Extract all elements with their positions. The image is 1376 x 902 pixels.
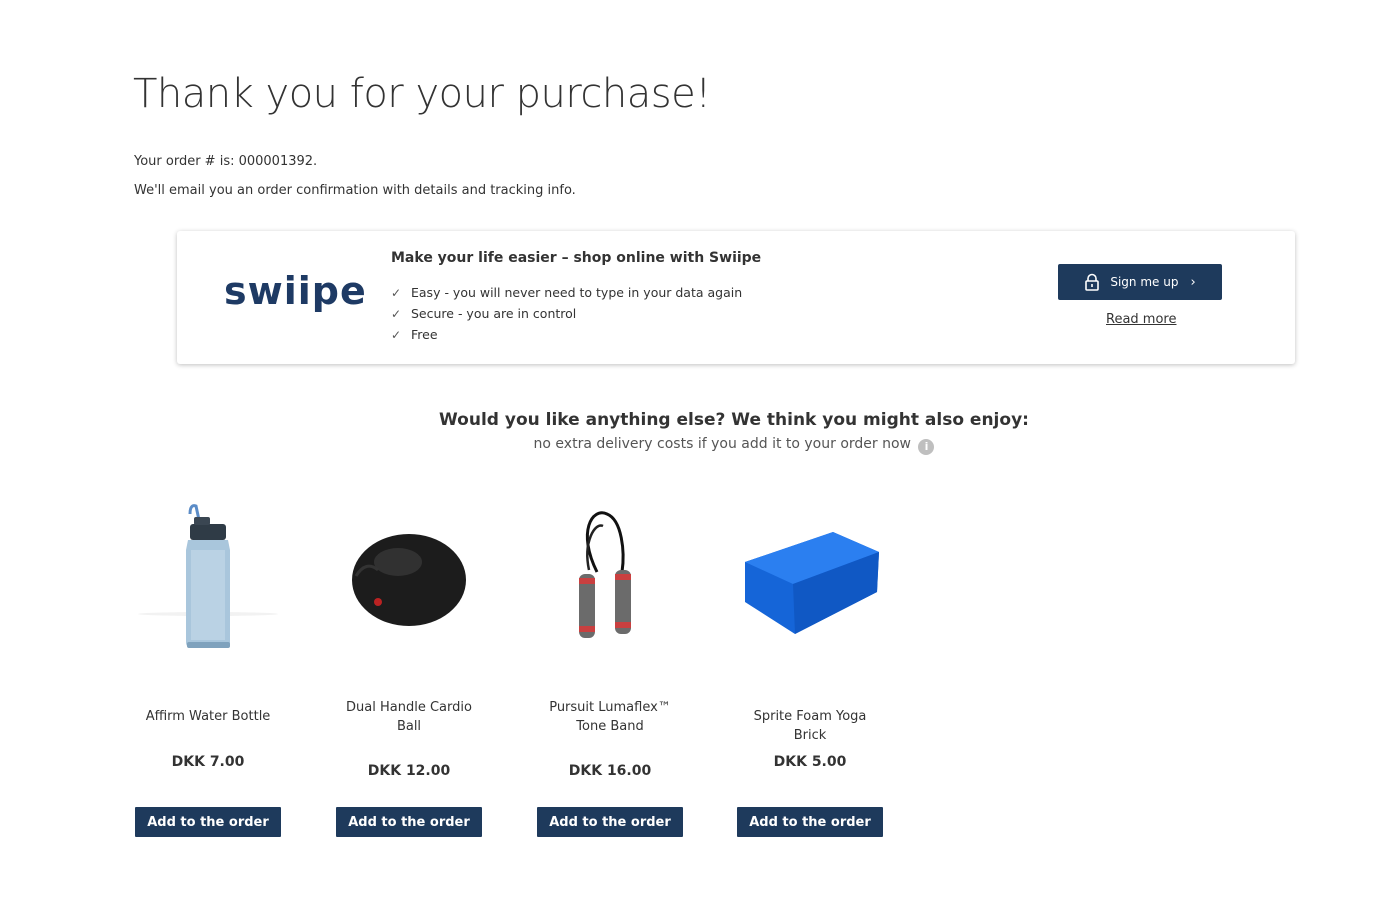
add-to-order-button[interactable]: Add to the order <box>336 807 482 837</box>
add-to-order-button[interactable]: Add to the order <box>135 807 281 837</box>
chevron-right-icon: › <box>1190 274 1196 290</box>
cardio-ball-icon <box>352 534 466 626</box>
yoga-brick-icon <box>745 532 879 634</box>
product-card: Affirm Water Bottle DKK 7.00 Add to the … <box>135 492 281 837</box>
sign-me-up-button[interactable]: Sign me up › <box>1058 264 1222 300</box>
read-more-link[interactable]: Read more <box>1106 312 1176 327</box>
product-image[interactable] <box>537 492 683 668</box>
check-icon: ✓ <box>391 285 402 300</box>
check-icon: ✓ <box>391 327 402 342</box>
benefit-item: ✓ Secure - you are in control <box>391 303 742 324</box>
product-card: Dual Handle Cardio Ball DKK 12.00 Add to… <box>336 492 482 837</box>
product-name[interactable]: Pursuit Lumaflex™ Tone Band <box>537 698 683 736</box>
check-icon: ✓ <box>391 306 402 321</box>
benefit-label: Easy - you will never need to type in yo… <box>411 285 743 300</box>
order-number-text: Your order # is: 000001392. <box>134 154 318 169</box>
lock-icon <box>1084 273 1100 291</box>
benefit-label: Secure - you are in control <box>411 306 577 321</box>
product-price: DKK 5.00 <box>773 754 847 770</box>
order-success-page: Thank you for your purchase! Your order … <box>0 0 1376 902</box>
product-image[interactable] <box>737 492 883 668</box>
page-title: Thank you for your purchase! <box>133 71 711 117</box>
sign-me-up-label: Sign me up <box>1110 275 1179 289</box>
water-bottle-icon <box>138 504 278 648</box>
upsell-title: Would you like anything else? We think y… <box>439 410 1029 430</box>
product-name[interactable]: Affirm Water Bottle <box>135 707 281 726</box>
product-price: DKK 16.00 <box>568 763 652 779</box>
upsell-subtitle: no extra delivery costs if you add it to… <box>0 436 1376 455</box>
swiipe-benefits-list: ✓ Easy - you will never need to type in … <box>391 282 742 345</box>
product-card: Pursuit Lumaflex™ Tone Band DKK 16.00 Ad… <box>537 492 683 837</box>
benefit-label: Free <box>411 327 438 342</box>
product-image[interactable] <box>336 492 482 668</box>
add-to-order-button[interactable]: Add to the order <box>737 807 883 837</box>
product-image[interactable] <box>135 492 281 668</box>
swiipe-promo-card: swiipe Make your life easier – shop onli… <box>177 231 1295 364</box>
product-price: DKK 7.00 <box>171 754 245 770</box>
benefit-item: ✓ Free <box>391 324 742 345</box>
swiipe-logo: swiipe <box>224 269 367 313</box>
email-confirmation-text: We'll email you an order confirmation wi… <box>134 183 576 198</box>
benefit-item: ✓ Easy - you will never need to type in … <box>391 282 742 303</box>
add-to-order-button[interactable]: Add to the order <box>537 807 683 837</box>
tone-band-icon <box>579 511 631 638</box>
product-name[interactable]: Dual Handle Cardio Ball <box>336 698 482 736</box>
swiipe-headline: Make your life easier – shop online with… <box>391 250 762 266</box>
product-name[interactable]: Sprite Foam Yoga Brick <box>737 707 883 745</box>
product-card: Sprite Foam Yoga Brick DKK 5.00 Add to t… <box>737 492 883 837</box>
info-icon[interactable]: i <box>918 439 935 455</box>
upsell-subtitle-text: no extra delivery costs if you add it to… <box>533 436 911 452</box>
product-price: DKK 12.00 <box>367 763 451 779</box>
